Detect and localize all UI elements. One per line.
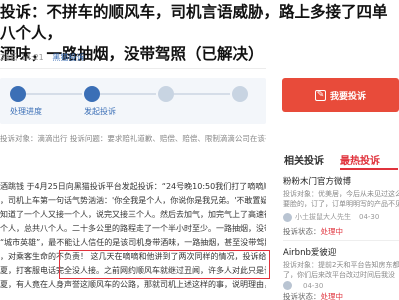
article-category-link[interactable]: 黑猫投诉 [52, 53, 84, 62]
body-line: 夏，有人竟在人身声誉这顺风车的公路，那就司机上述这样的事，说明理由，我希望能引起 [0, 280, 266, 289]
step-label: 处理进度 [10, 107, 42, 116]
avatar [283, 281, 292, 290]
divider [0, 68, 266, 69]
progress-step [158, 86, 210, 106]
body-line: 酒跳钱 于4月25日向黑猫投诉平台发起投诉：“24号晚10:50我们打了嘀嘀顺风… [0, 182, 266, 191]
step-node-icon [158, 86, 174, 102]
status-badge: 处理中 [320, 227, 344, 236]
body-line: “城市英雄”，最不能让人信任的是该司机身带酒味，一路抽烟，甚至没带驾照。投诉对网… [0, 238, 266, 247]
step-node-icon [84, 86, 100, 102]
sidebar-tabs: 相关投诉 最热投诉 [282, 152, 399, 170]
hot-item-title[interactable]: Airbnb爱彼迎 [283, 246, 336, 258]
progress-tracker: 处理进度 发起投诉 [0, 78, 266, 124]
step-node-icon [232, 86, 248, 102]
complain-button[interactable]: ✎ 我要投诉 [282, 78, 399, 112]
hot-item-desc: 了，你们后来改平台改过时间后我没 [283, 271, 395, 279]
progress-step [232, 86, 284, 106]
hot-item-meta: 04-30 [283, 281, 323, 290]
hot-item-date: 04-30 [303, 281, 324, 290]
highlight-box [59, 250, 270, 279]
tab-hot[interactable]: 最热投诉 [340, 152, 380, 167]
article-meta: 25日 14:21 黑猫投诉 [0, 52, 84, 63]
progress-step: 发起投诉 [84, 86, 136, 117]
body-line: 知道了一个人又接一个人，说完又接三个人。然后去加气，加完气上了高速往回走，中途又… [0, 210, 266, 219]
hot-item-desc: 要脸的，订了，订单明明写的产品不见了 [283, 200, 399, 208]
body-line: 个人，总共八个人。二十多公里的路程走了一个半小时至少。一路抽烟，没带驾照。 [0, 224, 266, 233]
body-line: ，司机上车第一句话气势汹汹：'你全我是个人，你说你是我兄弟。'不敢置疑，我忍了，… [0, 196, 266, 205]
status-label: 投诉状态： [283, 227, 321, 236]
hot-item-desc: 投诉对象：提前2天和平台告知房东都拒绝 [283, 261, 399, 269]
hot-item-status: 投诉状态：处理中 [283, 291, 343, 300]
title-line-1: 投诉：不拼车的顺风车，司机言语威胁，路上多接了四单八个人， [0, 3, 388, 42]
hot-item-date: 04-30 [359, 213, 380, 221]
pencil-icon: ✎ [314, 89, 326, 101]
avatar [283, 212, 292, 222]
status-label: 投诉状态： [283, 292, 321, 300]
hot-item-status: 投诉状态：处理中 [283, 226, 343, 237]
step-node-icon [10, 86, 26, 102]
complain-button-label: 我要投诉 [329, 91, 366, 102]
step-label: 发起投诉 [84, 107, 116, 116]
hot-item-user: 小土拔鼠大人先生 [295, 213, 351, 221]
hot-item-title[interactable]: 粉粉木门官方微博 [283, 175, 351, 187]
divider [283, 240, 399, 241]
status-badge: 处理中 [320, 292, 344, 300]
hot-item-meta: 小土拔鼠大人先生 04-30 [283, 212, 379, 222]
progress-step: 处理进度 [10, 86, 62, 117]
complaint-summary: 投诉对象：滴滴出行 投诉问题：要求赔礼道歉、赔偿、赔偿、限制滴滴公司在该平台的服… [0, 134, 266, 143]
tab-active-indicator [340, 168, 398, 170]
hot-item-desc: 投诉对象：优美居，今后从未见过这么不 [283, 190, 399, 198]
tab-related[interactable]: 相关投诉 [284, 152, 324, 167]
article-date: 25日 14:21 [0, 53, 44, 62]
